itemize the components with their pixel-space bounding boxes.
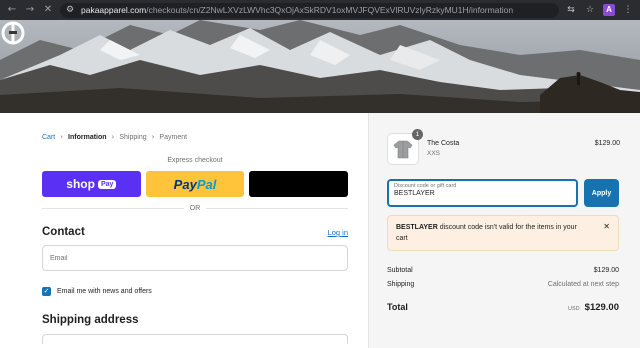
- country-select[interactable]: [42, 334, 348, 344]
- express-checkout-label: Express checkout: [167, 157, 223, 164]
- product-thumbnail: 1: [387, 129, 423, 165]
- shop-pay-badge: Pay: [97, 179, 117, 189]
- header-banner: [0, 20, 640, 113]
- shop-pay-logo-text: shop: [66, 177, 95, 191]
- or-label: OR: [189, 205, 201, 212]
- shipping-address-heading: Shipping address: [42, 314, 139, 326]
- chevron-right-icon: ›: [111, 133, 115, 141]
- total-row: Total USD $129.00: [387, 302, 619, 313]
- newsletter-checkbox[interactable]: ✓: [42, 287, 51, 296]
- discount-error-alert: BESTLAYER discount code isn't valid for …: [387, 215, 619, 251]
- divider-line: [42, 208, 184, 209]
- express-checkout-buttons: shop Pay Pay Pal: [42, 171, 349, 197]
- or-divider: OR: [42, 205, 348, 212]
- quantity-badge: 1: [412, 129, 423, 140]
- shop-pay-button[interactable]: shop Pay: [42, 171, 141, 197]
- breadcrumb-payment: Payment: [159, 133, 188, 141]
- currency-code: USD: [568, 306, 580, 312]
- newsletter-option[interactable]: ✓ Email me with news and offers: [42, 287, 368, 296]
- cart-line-item: 1 The Costa XXS $129.00: [387, 129, 620, 165]
- login-link[interactable]: Log in: [328, 228, 348, 237]
- paypal-button[interactable]: Pay Pal: [145, 171, 245, 197]
- apply-button[interactable]: Apply: [584, 179, 619, 207]
- paypal-logo-part2: Pal: [196, 176, 217, 192]
- product-variant: XXS: [427, 150, 441, 157]
- star-icon[interactable]: ☆: [584, 4, 596, 16]
- close-icon[interactable]: ✕: [603, 222, 610, 231]
- email-input[interactable]: [50, 254, 340, 262]
- discount-form: Discount code or gift card BESTLAYER App…: [387, 179, 620, 207]
- breadcrumb-shipping: Shipping: [119, 133, 147, 141]
- subtotal-label: Subtotal: [387, 267, 413, 274]
- shipping-value: Calculated at next step: [547, 281, 619, 288]
- chevron-right-icon: ›: [151, 133, 155, 141]
- apple-pay-button[interactable]: [249, 171, 349, 197]
- menu-icon[interactable]: ⋮: [622, 4, 634, 16]
- profile-avatar[interactable]: A: [603, 4, 615, 16]
- chevron-right-icon: ›: [60, 133, 64, 141]
- discount-field-label: Discount code or gift card: [394, 183, 457, 189]
- contact-header: Contact Log in: [42, 226, 348, 238]
- jacket-icon: [393, 140, 413, 159]
- shipping-row: Shipping Calculated at next step: [387, 281, 619, 288]
- discount-code-input[interactable]: BESTLAYER: [394, 190, 571, 197]
- mountain-illustration: [0, 20, 640, 113]
- site-settings-icon[interactable]: ⚙: [66, 5, 76, 15]
- alert-message: BESTLAYER discount code isn't valid for …: [396, 222, 586, 244]
- subtotal-row: Subtotal $129.00: [387, 267, 619, 274]
- shipping-label: Shipping: [387, 281, 415, 288]
- brand-logo-icon[interactable]: [0, 20, 26, 46]
- total-label: Total: [387, 302, 408, 312]
- breadcrumb: Cart › Information › Shipping › Payment: [42, 133, 368, 141]
- alert-code: BESTLAYER: [396, 224, 438, 231]
- product-name: The Costa: [427, 140, 460, 147]
- browser-toolbar: ← → ✕ ⚙ pakaapparel.com/checkouts/cn/Z2N…: [0, 0, 640, 20]
- contact-heading: Contact: [42, 226, 85, 238]
- total-value: $129.00: [584, 302, 619, 313]
- divider-line: [206, 208, 348, 209]
- breadcrumb-information: Information: [68, 133, 107, 141]
- url-text: pakaapparel.com/checkouts/cn/Z2NwLXVzLWV…: [81, 5, 514, 15]
- product-price: $129.00: [594, 140, 620, 147]
- subtotal-value: $129.00: [593, 267, 619, 274]
- close-icon[interactable]: ✕: [42, 4, 54, 16]
- newsletter-label: Email me with news and offers: [57, 288, 152, 295]
- back-icon[interactable]: ←: [6, 4, 18, 16]
- translate-icon[interactable]: ⇆: [565, 4, 577, 16]
- forward-icon[interactable]: →: [24, 4, 36, 16]
- discount-code-field[interactable]: Discount code or gift card BESTLAYER: [387, 179, 578, 207]
- breadcrumb-cart[interactable]: Cart: [42, 134, 55, 141]
- address-bar[interactable]: ⚙ pakaapparel.com/checkouts/cn/Z2NwLXVzL…: [60, 2, 559, 18]
- order-summary: 1 The Costa XXS $129.00 Discount code or…: [369, 113, 640, 348]
- paypal-logo-part1: Pay: [173, 176, 197, 192]
- email-field[interactable]: [42, 245, 348, 271]
- checkout-form: Cart › Information › Shipping › Payment …: [0, 113, 369, 348]
